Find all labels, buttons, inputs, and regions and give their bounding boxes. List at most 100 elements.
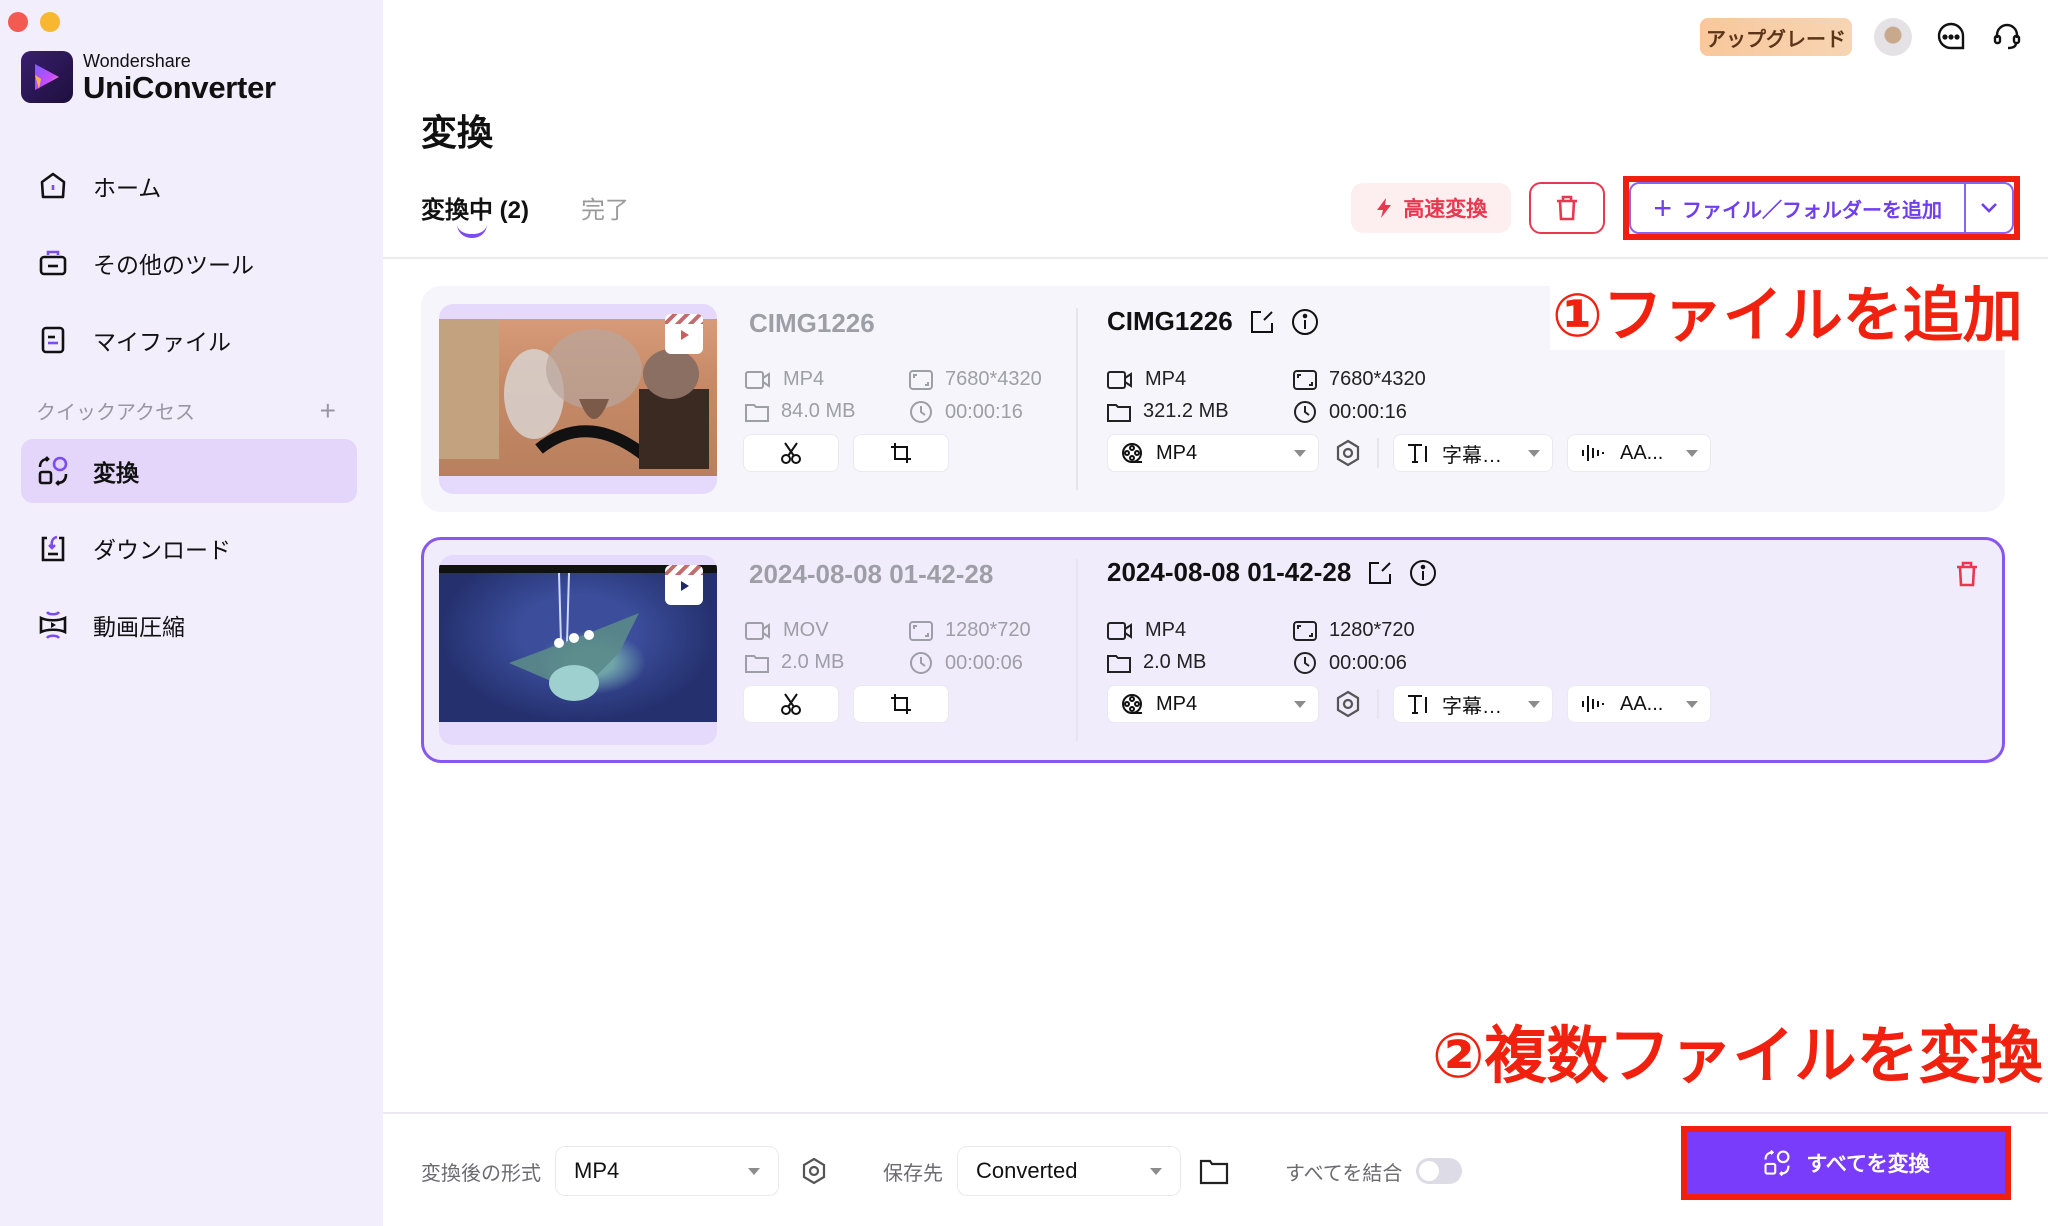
sidebar-item-home[interactable]: ホーム — [21, 154, 357, 218]
output-format-select[interactable]: MP4 — [1107, 434, 1319, 472]
output-resolution: 7680*4320 — [1293, 368, 1426, 391]
video-camera-icon — [745, 621, 770, 640]
output-name-row: CIMG1226 — [1107, 306, 1319, 337]
add-files-button[interactable]: + ファイル／フォルダーを追加 — [1631, 184, 1966, 232]
caret-down-icon — [1294, 449, 1306, 457]
caret-down-icon — [1528, 449, 1540, 457]
trash-icon — [1957, 561, 1977, 587]
chat-icon[interactable] — [1934, 20, 1968, 54]
edit-name-icon[interactable] — [1367, 560, 1393, 586]
output-resolution: 1280*720 — [1293, 619, 1415, 642]
subtitle-select[interactable]: 字幕… — [1393, 685, 1553, 723]
trash-icon — [1557, 195, 1578, 221]
close-window-button[interactable] — [8, 12, 28, 32]
settings-hex-icon[interactable] — [1333, 689, 1363, 719]
toolbox-icon — [35, 245, 71, 281]
app-logo: Wondershare UniConverter — [21, 51, 276, 103]
video-camera-icon — [1107, 370, 1132, 389]
caret-down-icon — [1528, 700, 1540, 708]
sidebar-item-compress[interactable]: 動画圧縮 — [21, 593, 357, 657]
sidebar-item-label: マイファイル — [93, 329, 231, 355]
caret-down-icon — [1686, 700, 1698, 708]
video-camera-icon — [1107, 621, 1132, 640]
crop-button[interactable] — [853, 685, 949, 723]
quick-access-label: クイックアクセス — [36, 402, 195, 424]
support-headset-icon[interactable] — [1990, 20, 2024, 54]
video-thumbnail[interactable] — [439, 304, 717, 494]
file-card[interactable]: 2024-08-08 01-42-28 MOV 1280*720 2.0 MB … — [421, 537, 2005, 763]
output-duration: 00:00:06 — [1293, 651, 1407, 675]
info-icon[interactable] — [1409, 559, 1437, 587]
output-format: MP4 — [1107, 619, 1186, 642]
product-name: UniConverter — [83, 69, 276, 105]
chevron-down-icon — [1981, 203, 1997, 213]
video-thumbnail[interactable] — [439, 555, 717, 745]
film-reel-icon — [1122, 694, 1142, 714]
edit-buttons — [743, 685, 949, 723]
tab-completed[interactable]: 完了 — [581, 190, 629, 225]
brand-name: Wondershare — [83, 50, 191, 71]
add-quick-access-button[interactable]: + — [320, 396, 336, 425]
trim-button[interactable] — [743, 434, 839, 472]
output-options: MP4 字幕… AA... — [1107, 685, 1711, 723]
source-format: MP4 — [745, 368, 824, 391]
tab-converting[interactable]: 変換中 (2) — [421, 190, 529, 238]
sidebar-item-label: ダウンロード — [93, 537, 231, 563]
add-files-button-group: + ファイル／フォルダーを追加 — [1629, 182, 2014, 234]
add-files-dropdown-button[interactable] — [1966, 184, 2012, 232]
sidebar-item-download[interactable]: ダウンロード — [21, 516, 357, 580]
video-play-icon — [665, 314, 703, 354]
video-play-icon — [665, 565, 703, 605]
output-format-select[interactable]: MP4 — [1107, 685, 1319, 723]
file-icon — [35, 322, 71, 358]
folder-icon — [745, 654, 769, 673]
option-divider — [1377, 689, 1379, 719]
lightning-icon — [1377, 198, 1392, 218]
audio-wave-icon — [1582, 445, 1604, 461]
save-location-select[interactable]: Converted — [957, 1146, 1181, 1196]
folder-icon — [1107, 654, 1131, 673]
minimize-window-button[interactable] — [40, 12, 60, 32]
sidebar-item-my-files[interactable]: マイファイル — [21, 308, 357, 372]
clock-icon — [1294, 401, 1316, 423]
resolution-icon — [1293, 369, 1317, 390]
delete-file-button[interactable] — [1954, 560, 1980, 593]
subtitle-select[interactable]: 字幕… — [1393, 434, 1553, 472]
output-file-name: 2024-08-08 01-42-28 — [1107, 557, 1352, 587]
clock-icon — [910, 652, 932, 674]
convert-icon — [1764, 1149, 1790, 1177]
fast-convert-button[interactable]: 高速変換 — [1351, 183, 1512, 233]
caret-down-icon — [748, 1167, 760, 1175]
source-duration: 00:00:16 — [909, 400, 1023, 424]
resolution-icon — [1293, 620, 1317, 641]
merge-all-toggle[interactable] — [1416, 1158, 1463, 1184]
upgrade-button[interactable]: アップグレード — [1700, 18, 1852, 56]
audio-select[interactable]: AA... — [1567, 685, 1711, 723]
folder-icon[interactable] — [1199, 1157, 1229, 1185]
convert-all-button[interactable]: すべてを変換 — [1687, 1132, 2005, 1194]
card-divider — [1076, 559, 1078, 741]
delete-all-button[interactable] — [1529, 182, 1606, 234]
bottom-bar: 変換後の形式 MP4 保存先 Converted すべてを結合 — [421, 1146, 1463, 1196]
settings-hex-icon[interactable] — [1333, 438, 1363, 468]
home-icon — [35, 168, 71, 204]
download-icon — [35, 530, 71, 566]
edit-name-icon[interactable] — [1249, 309, 1275, 335]
subtitle-icon — [1408, 444, 1427, 463]
sidebar-item-convert[interactable]: 変換 — [21, 439, 357, 503]
info-icon[interactable] — [1291, 308, 1319, 336]
output-size: 2.0 MB — [1107, 651, 1206, 674]
audio-wave-icon — [1582, 696, 1604, 712]
source-duration: 00:00:06 — [909, 651, 1023, 675]
output-options: MP4 字幕… AA... — [1107, 434, 1711, 472]
source-file-name: CIMG1226 — [749, 308, 875, 338]
output-size: 321.2 MB — [1107, 400, 1229, 423]
global-output-format-select[interactable]: MP4 — [555, 1146, 779, 1196]
settings-hex-icon[interactable] — [799, 1156, 829, 1186]
trim-button[interactable] — [743, 685, 839, 723]
audio-select[interactable]: AA... — [1567, 434, 1711, 472]
clock-icon — [910, 401, 932, 423]
sidebar-item-tools[interactable]: その他のツール — [21, 231, 357, 295]
crop-button[interactable] — [853, 434, 949, 472]
avatar[interactable] — [1874, 18, 1912, 56]
